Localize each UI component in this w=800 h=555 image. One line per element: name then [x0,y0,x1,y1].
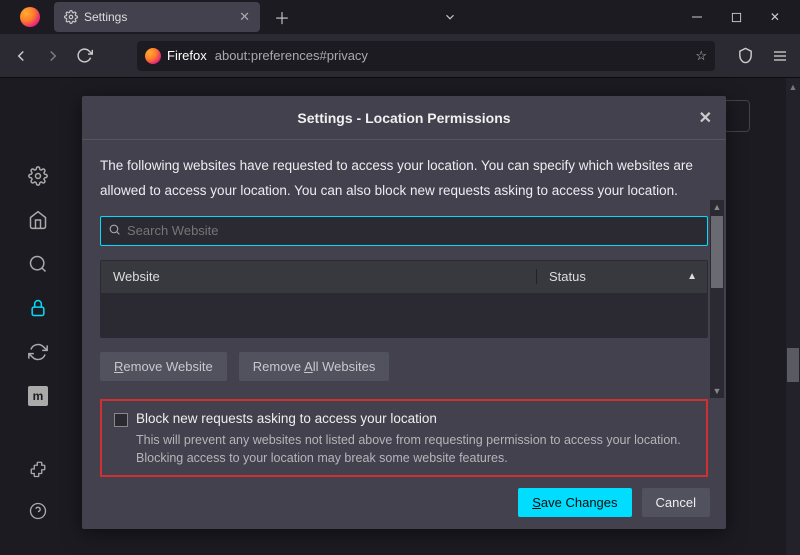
remove-all-websites-button[interactable]: Remove All Websites [239,352,390,381]
address-bar[interactable]: Firefox about:preferences#privacy ☆ [137,41,715,71]
dialog-description: The following websites have requested to… [100,154,708,204]
settings-sync-icon[interactable] [28,342,48,362]
permissions-table-body [101,293,707,337]
block-new-requests-hint: This will prevent any websites not liste… [136,431,694,467]
close-tab-icon[interactable]: ✕ [239,9,250,25]
sort-caret-icon: ▲ [687,271,697,282]
new-tab-button[interactable]: ＋ [274,5,290,29]
scroll-thumb[interactable] [711,216,723,288]
search-icon [108,223,121,236]
gear-icon [64,10,78,24]
pocket-icon[interactable] [737,47,754,64]
location-permissions-dialog: Settings - Location Permissions ✕ The fo… [82,96,726,529]
forward-button[interactable] [44,47,62,65]
scroll-up-icon[interactable]: ▲ [710,202,724,212]
bookmark-star-icon[interactable]: ☆ [695,48,707,64]
window-minimize-icon[interactable] [691,11,703,23]
settings-home-icon[interactable] [28,210,48,230]
window-titlebar: Settings ✕ ＋ ✕ [0,0,800,34]
settings-privacy-icon[interactable] [28,298,48,318]
firefox-logo-icon [145,48,161,64]
dialog-header: Settings - Location Permissions ✕ [82,96,726,140]
tabs-dropdown-icon[interactable] [443,10,457,24]
help-icon[interactable] [29,502,47,520]
permissions-table: Website Status ▲ [100,260,708,338]
column-website-header[interactable]: Website [101,269,537,284]
tab-label: Settings [84,10,127,24]
dialog-close-button[interactable]: ✕ [699,108,712,128]
scroll-up-icon[interactable]: ▲ [786,82,800,92]
cancel-button[interactable]: Cancel [642,488,710,517]
browser-tab[interactable]: Settings ✕ [54,2,260,32]
reload-button[interactable] [76,47,93,64]
url-prefix: Firefox [167,48,207,63]
save-changes-button[interactable]: Save Changes [518,488,631,517]
url-path: about:preferences#privacy [215,48,368,63]
remove-website-button[interactable]: Remove Website [100,352,227,381]
settings-sidebar: m [0,78,76,520]
window-maximize-icon[interactable] [731,12,742,23]
scroll-thumb[interactable] [787,348,799,382]
settings-general-icon[interactable] [28,166,48,186]
block-new-requests-section: Block new requests asking to access your… [100,399,708,477]
settings-search-icon[interactable] [28,254,48,274]
page-scrollbar[interactable]: ▲ [786,78,800,555]
dialog-scrollbar[interactable]: ▲ ▼ [710,200,724,398]
scroll-down-icon[interactable]: ▼ [710,386,724,396]
column-status-header[interactable]: Status ▲ [537,269,707,284]
extensions-icon[interactable] [29,460,47,478]
dialog-title: Settings - Location Permissions [297,110,510,126]
block-new-requests-label: Block new requests asking to access your… [136,411,437,426]
block-new-requests-checkbox[interactable] [114,413,128,427]
window-close-icon[interactable]: ✕ [770,10,780,24]
settings-more-icon[interactable]: m [28,386,48,406]
browser-toolbar: Firefox about:preferences#privacy ☆ [0,34,800,78]
app-menu-icon[interactable] [772,48,788,64]
back-button[interactable] [12,47,30,65]
search-website-input[interactable] [100,216,708,246]
firefox-logo-icon [20,7,40,27]
